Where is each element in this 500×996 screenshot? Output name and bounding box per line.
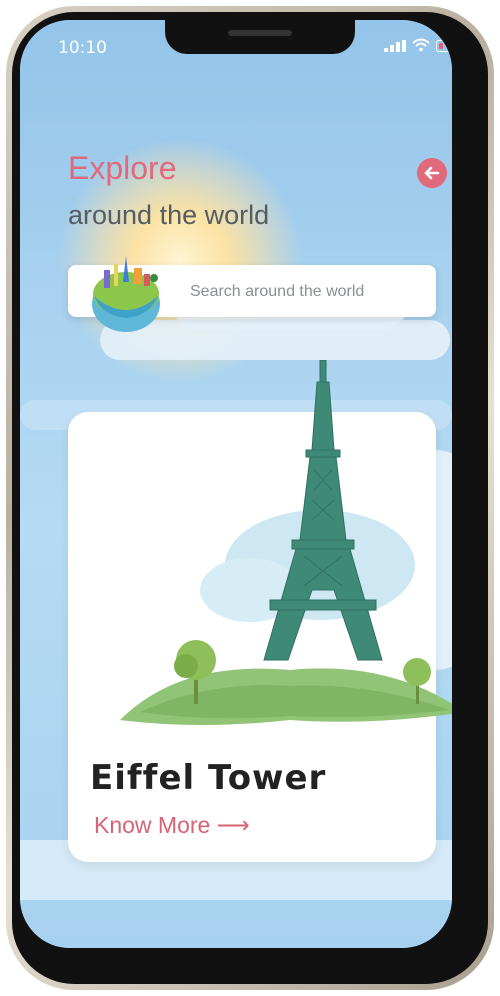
destination-name: Eiffel Tower [90, 758, 327, 798]
page-subtitle: around the world [68, 200, 270, 230]
page-title: Explore [68, 150, 177, 186]
battery-icon [436, 40, 452, 52]
back-arrow-icon[interactable] [417, 158, 447, 188]
status-icons [384, 38, 452, 54]
eiffel-tower-illustration [120, 360, 452, 725]
globe-icon [92, 256, 160, 332]
know-more-link[interactable]: Know More ⟶ [94, 812, 250, 839]
app-screen: 10:10 Explore around the world Search ar… [20, 20, 452, 948]
wifi-icon [412, 38, 430, 52]
status-time: 10:10 [58, 38, 107, 58]
camera-notch [165, 20, 355, 54]
speaker-grille [228, 30, 292, 36]
search-input[interactable] [188, 279, 432, 305]
signal-icon [384, 40, 406, 52]
